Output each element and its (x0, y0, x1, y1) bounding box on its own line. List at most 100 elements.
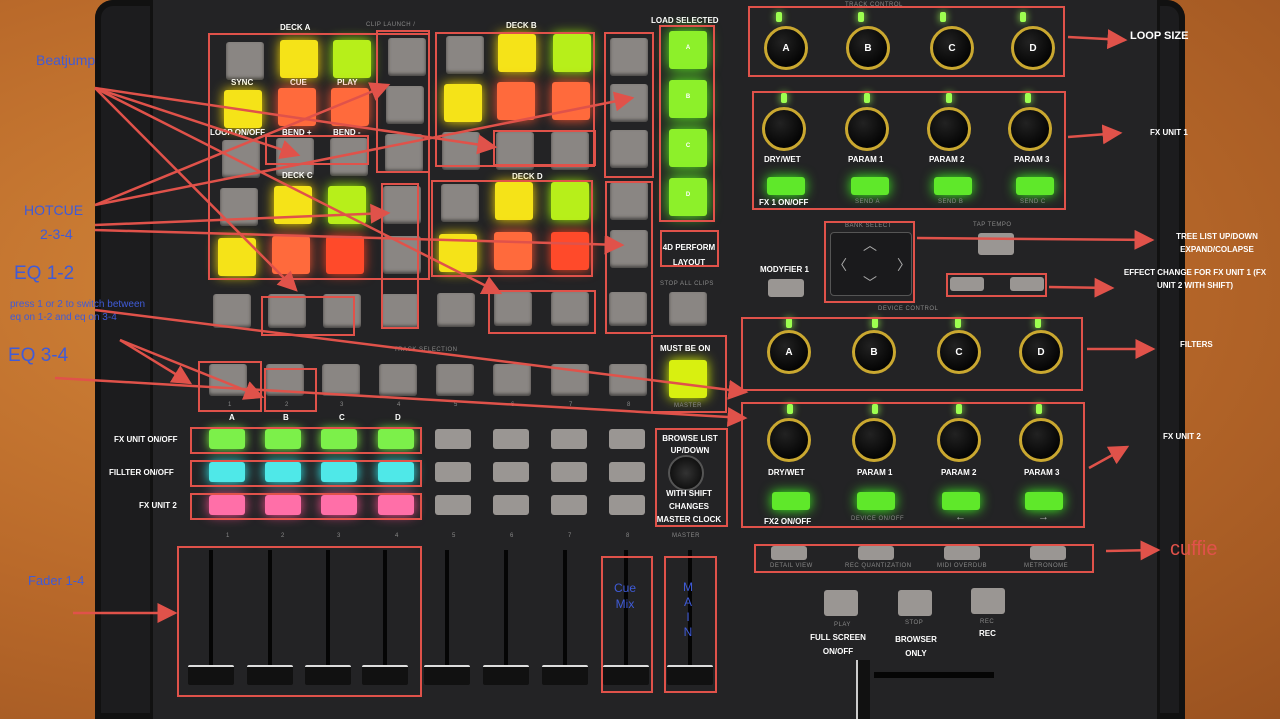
fx2-button[interactable] (435, 495, 471, 515)
stop-button[interactable] (898, 590, 932, 616)
deck-d-highlight (431, 180, 593, 277)
fader-number: 6 (510, 533, 514, 539)
beatjump-annotation: Beatjump (36, 52, 96, 68)
track-letter: B (283, 413, 289, 422)
eq-note-annotation: press 1 or 2 to switch between eq on 1-2… (10, 299, 146, 323)
track-select-button[interactable] (436, 364, 474, 396)
filter-onoff-label: FILLTER ON/OFF (109, 468, 174, 477)
fader-number: 2 (281, 533, 285, 539)
fx-unit-2-highlight (741, 402, 1085, 528)
fader-number: 5 (452, 533, 456, 539)
fader-number: 7 (568, 533, 572, 539)
track-letter: A (229, 413, 235, 422)
filter-button[interactable] (435, 462, 471, 482)
track-number: 4 (397, 402, 401, 408)
stop-all-clips-label: STOP ALL CLIPS (660, 281, 714, 287)
beatjump-col-highlight (376, 30, 430, 173)
fx-row-highlight (190, 427, 422, 454)
master-highlight (651, 335, 727, 413)
track1-highlight (198, 361, 262, 412)
crossfader-track (874, 672, 994, 678)
track-letter: D (395, 413, 401, 422)
fader-number: 4 (395, 533, 399, 539)
fx-unit-2-row-label: FX UNIT 2 (139, 501, 177, 510)
hotcue-annotation: HOTCUE (24, 202, 84, 218)
modyfier-label: MODYFIER 1 (760, 265, 809, 274)
track-number: 8 (627, 402, 631, 408)
bend-highlight (265, 135, 369, 165)
track-number: 6 (511, 402, 515, 408)
bank-select-highlight (824, 221, 915, 303)
eq34-annotation: EQ 3-4 (8, 345, 69, 366)
col4-lower-highlight (381, 183, 419, 329)
play-label: PLAY (834, 622, 851, 628)
fx-unit-2-annotation: FX UNIT 2 (1163, 432, 1201, 441)
fx2-button[interactable] (493, 495, 529, 515)
channel-fader[interactable] (542, 550, 588, 685)
play-button[interactable] (824, 590, 858, 616)
track-number: 7 (569, 402, 573, 408)
modyfier-button[interactable] (768, 279, 804, 297)
fader-master-label: MASTER (672, 533, 701, 539)
fader-number: 1 (226, 533, 230, 539)
eq-highlight-1 (261, 296, 355, 336)
channel-fader[interactable] (483, 550, 529, 685)
tree-list-annotation: TREE LIST UP/DOWN EXPAND/COLAPSE (1176, 232, 1258, 254)
stop-all-clips-pad[interactable] (669, 292, 707, 326)
cuffie-highlight (754, 544, 1094, 573)
browser-only-label: BROWSER ONLY (895, 635, 937, 658)
fx2-button[interactable] (609, 495, 645, 515)
track-select-button[interactable] (379, 364, 417, 396)
crossfader-cap[interactable] (856, 660, 870, 719)
tap-tempo-button[interactable] (978, 233, 1014, 255)
track-number: 3 (340, 402, 344, 408)
effect-change-annotation: EFFECT CHANGE FOR FX UNIT 1 (FX UNIT 2 W… (1123, 268, 1267, 290)
full-screen-label: FULL SCREEN ON/OFF (810, 633, 866, 656)
track-letter: C (339, 413, 345, 422)
clip-stop-pad[interactable] (437, 293, 475, 327)
cue-mix-highlight (601, 556, 653, 693)
track-select-button[interactable] (551, 364, 589, 396)
fx-unit-1-highlight (752, 91, 1066, 210)
deck-a-label: DECK A (280, 23, 311, 32)
channel-fader[interactable] (424, 550, 470, 685)
clip-launch-label: CLIP LAUNCH / (366, 22, 416, 28)
perform-highlight (660, 230, 719, 267)
fx-unit-1-annotation: FX UNIT 1 (1150, 128, 1188, 137)
filters-highlight (741, 317, 1083, 391)
track-select-button[interactable] (609, 364, 647, 396)
deck-b-label: DECK B (506, 21, 537, 30)
stop-label: STOP (905, 620, 924, 626)
track-select-button[interactable] (493, 364, 531, 396)
filter-button[interactable] (493, 462, 529, 482)
fader-number: 8 (626, 533, 630, 539)
rec-label: REC (980, 619, 995, 625)
rec-button[interactable] (971, 588, 1005, 614)
eq12-annotation: EQ 1-2 (14, 263, 75, 284)
deck-b-bend-highlight (493, 130, 596, 166)
track-select-button[interactable] (322, 364, 360, 396)
fader-number: 3 (337, 533, 341, 539)
rec-note-label: REC (979, 629, 996, 638)
clip-stop-pad[interactable] (213, 294, 251, 328)
browse-highlight (655, 428, 728, 527)
track2-highlight (264, 368, 317, 412)
hotcue-nums-annotation: 2-3-4 (40, 226, 73, 242)
loop-size-highlight (748, 6, 1065, 77)
device-control-label: DEVICE CONTROL (878, 306, 939, 312)
fx-unit-button[interactable] (493, 429, 529, 449)
filter-button[interactable] (551, 462, 587, 482)
fx-unit-button[interactable] (551, 429, 587, 449)
fx-unit-button[interactable] (435, 429, 471, 449)
fader-highlight (177, 546, 422, 697)
cuffie-annotation: cuffie (1170, 538, 1218, 560)
track-number: 5 (454, 402, 458, 408)
track-selection-label: TRACK SELECTION (394, 347, 458, 353)
tap-tempo-label: TAP TEMPO (973, 222, 1012, 228)
load-selected-highlight (659, 25, 715, 222)
fx-unit-button[interactable] (609, 429, 645, 449)
filter-row-highlight (190, 460, 422, 487)
filter-button[interactable] (609, 462, 645, 482)
effect-change-highlight (946, 273, 1047, 297)
fx2-button[interactable] (551, 495, 587, 515)
